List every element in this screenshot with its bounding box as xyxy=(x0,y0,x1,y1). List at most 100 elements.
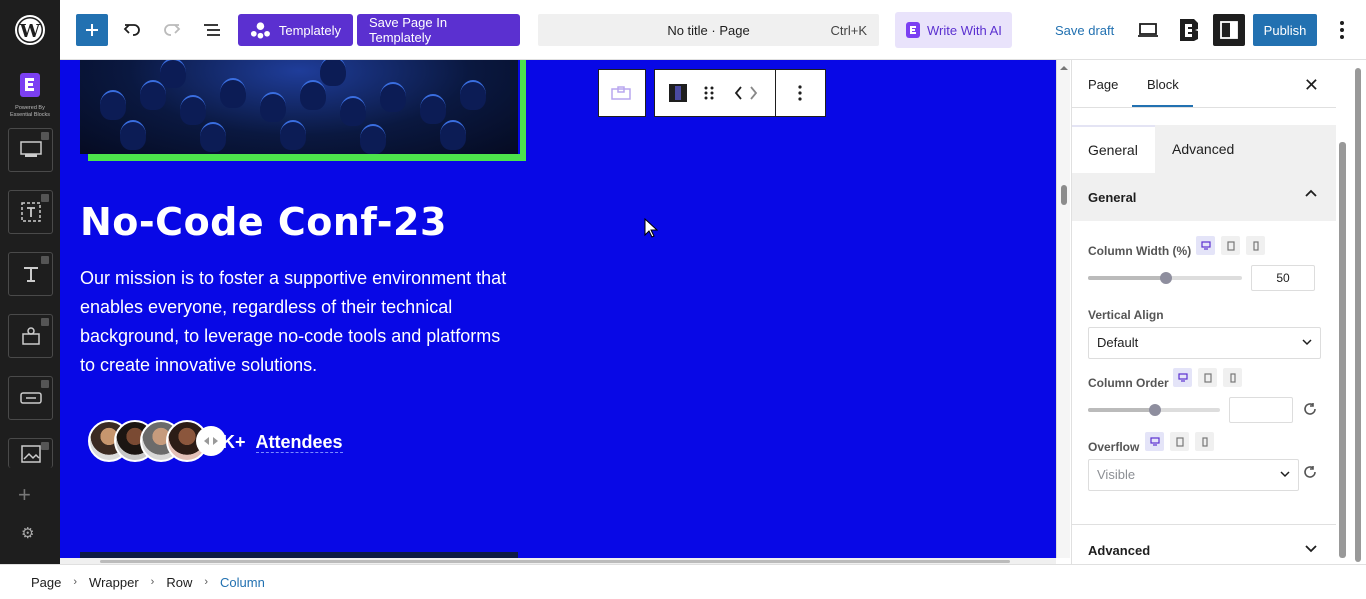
responsive-switcher xyxy=(1173,368,1242,387)
canvas-vertical-scrollbar[interactable] xyxy=(1056,60,1070,558)
preview-desktop-icon[interactable] xyxy=(1136,18,1160,42)
scroll-thumb[interactable] xyxy=(100,560,1010,563)
essential-blocks-logo-icon xyxy=(20,73,40,97)
move-left-right-icon[interactable] xyxy=(717,70,775,116)
undo-icon[interactable] xyxy=(120,18,144,42)
rail-block-image-icon[interactable] xyxy=(8,438,53,468)
block-options-icon[interactable] xyxy=(776,70,824,116)
chevron-up-icon xyxy=(1305,189,1317,197)
publish-label: Publish xyxy=(1263,22,1307,38)
command-palette-bar[interactable]: No title · Page Ctrl+K xyxy=(538,14,879,46)
hero-description[interactable]: Our mission is to foster a supportive en… xyxy=(80,264,520,380)
hero-image-frame xyxy=(88,60,526,161)
breadcrumb-item-page[interactable]: Page xyxy=(31,575,61,590)
desktop-icon[interactable] xyxy=(1173,368,1192,387)
advanced-panel-toggle[interactable]: Advanced xyxy=(1072,524,1336,564)
rail-block-text-icon[interactable] xyxy=(8,190,53,234)
settings-sidebar-toggle[interactable] xyxy=(1213,14,1245,46)
templately-button[interactable]: Templately xyxy=(238,14,353,46)
tablet-icon[interactable] xyxy=(1221,236,1240,255)
scroll-thumb[interactable] xyxy=(1339,142,1346,558)
ai-logo-icon xyxy=(906,22,920,38)
slider-handle[interactable] xyxy=(1160,272,1172,284)
overflow-select[interactable]: Visible xyxy=(1088,459,1299,491)
chevron-right-icon: › xyxy=(150,576,155,588)
essential-blocks-icon[interactable] xyxy=(1176,16,1202,44)
publish-button[interactable]: Publish xyxy=(1253,14,1317,46)
tab-advanced-label: Advanced xyxy=(1172,141,1235,157)
block-breadcrumb: Page › Wrapper › Row › Column xyxy=(0,564,1366,599)
page-heading[interactable]: No-Code Conf-23 xyxy=(80,200,447,244)
responsive-switcher xyxy=(1196,236,1265,255)
reset-icon[interactable] xyxy=(1301,400,1319,418)
scroll-thumb[interactable] xyxy=(1355,68,1361,562)
tab-general-label: General xyxy=(1088,142,1138,158)
breadcrumb-item-row[interactable]: Row xyxy=(166,575,192,590)
slider-handle[interactable] xyxy=(1149,404,1161,416)
responsive-switcher xyxy=(1145,432,1214,451)
rail-block-button-icon[interactable] xyxy=(8,376,53,420)
column-order-input[interactable] xyxy=(1229,397,1293,423)
save-in-templately-button[interactable]: Save Page In Templately xyxy=(357,14,520,46)
tablet-icon[interactable] xyxy=(1170,432,1189,451)
chevron-down-icon xyxy=(1302,339,1312,346)
command-shortcut: Ctrl+K xyxy=(830,23,867,38)
vertical-align-value: Default xyxy=(1097,335,1139,350)
mobile-icon[interactable] xyxy=(1246,236,1265,255)
drag-handle-icon[interactable] xyxy=(701,70,717,116)
sidebar-scrollbar[interactable] xyxy=(1336,60,1366,564)
block-settings-sidebar: Page Block ✕ General Advanced General Co… xyxy=(1071,60,1336,564)
column-block-icon[interactable] xyxy=(655,70,701,116)
tab-page[interactable]: Page xyxy=(1088,77,1118,92)
breadcrumb-item-wrapper[interactable]: Wrapper xyxy=(89,575,139,590)
block-options[interactable] xyxy=(776,69,826,117)
overflow-value: Visible xyxy=(1097,467,1136,482)
attendees-label: Attendees xyxy=(255,432,343,453)
general-panel-toggle[interactable]: General xyxy=(1072,173,1336,221)
tablet-icon[interactable] xyxy=(1198,368,1217,387)
tab-general[interactable]: General xyxy=(1072,125,1155,173)
tab-advanced[interactable]: Advanced xyxy=(1156,125,1250,173)
desktop-icon[interactable] xyxy=(1196,236,1215,255)
mobile-icon[interactable] xyxy=(1195,432,1214,451)
column-order-slider[interactable] xyxy=(1088,404,1220,416)
chevron-down-icon xyxy=(1280,471,1290,478)
chevron-down-icon xyxy=(1305,545,1317,553)
rail-block-heading-icon[interactable] xyxy=(8,252,53,296)
reset-icon[interactable] xyxy=(1301,463,1319,481)
scroll-thumb[interactable] xyxy=(1061,185,1067,205)
write-with-ai-button[interactable]: Write With AI xyxy=(895,12,1012,48)
scroll-up-icon[interactable] xyxy=(1057,63,1071,73)
block-controls xyxy=(654,69,776,117)
editor-canvas[interactable]: No-Code Conf-23 Our mission is to foster… xyxy=(60,60,1056,558)
panel-title: General xyxy=(1088,189,1137,205)
desktop-icon[interactable] xyxy=(1145,432,1164,451)
badge-caption: Powered By Essential Blocks xyxy=(9,105,51,118)
overflow-label: Overflow xyxy=(1088,440,1140,454)
options-more-icon[interactable] xyxy=(1330,18,1354,42)
rail-block-hero-icon[interactable] xyxy=(8,128,53,172)
close-sidebar-icon[interactable]: ✕ xyxy=(1304,75,1319,96)
document-overview-icon[interactable] xyxy=(200,18,224,42)
settings-gear-icon[interactable]: ⚙ xyxy=(21,524,34,542)
block-inserter-button[interactable] xyxy=(76,14,108,46)
breadcrumb-item-column: Column xyxy=(220,574,265,590)
column-width-label: Column Width (%) xyxy=(1088,244,1192,258)
redo-icon[interactable] xyxy=(160,18,184,42)
column-width-slider[interactable] xyxy=(1088,272,1242,284)
mobile-icon[interactable] xyxy=(1223,368,1242,387)
settings-sub-tabs: General Advanced xyxy=(1072,125,1336,173)
chevron-right-icon: › xyxy=(204,576,209,588)
tab-block[interactable]: Block xyxy=(1147,77,1179,92)
select-parent-icon[interactable] xyxy=(599,70,643,116)
rail-block-team-icon[interactable] xyxy=(8,314,53,358)
add-block-icon[interactable]: + xyxy=(18,484,31,506)
parent-selector[interactable] xyxy=(598,69,646,117)
wordpress-logo-icon[interactable]: W xyxy=(0,0,60,60)
save-draft-button[interactable]: Save draft xyxy=(1055,23,1114,38)
vertical-align-select[interactable]: Default xyxy=(1088,327,1321,359)
attendees-counter[interactable]: K+ Attendees xyxy=(222,432,343,453)
vertical-align-label: Vertical Align xyxy=(1088,308,1164,322)
column-width-input[interactable]: 50 xyxy=(1251,265,1315,291)
mouse-cursor-icon xyxy=(644,218,658,238)
